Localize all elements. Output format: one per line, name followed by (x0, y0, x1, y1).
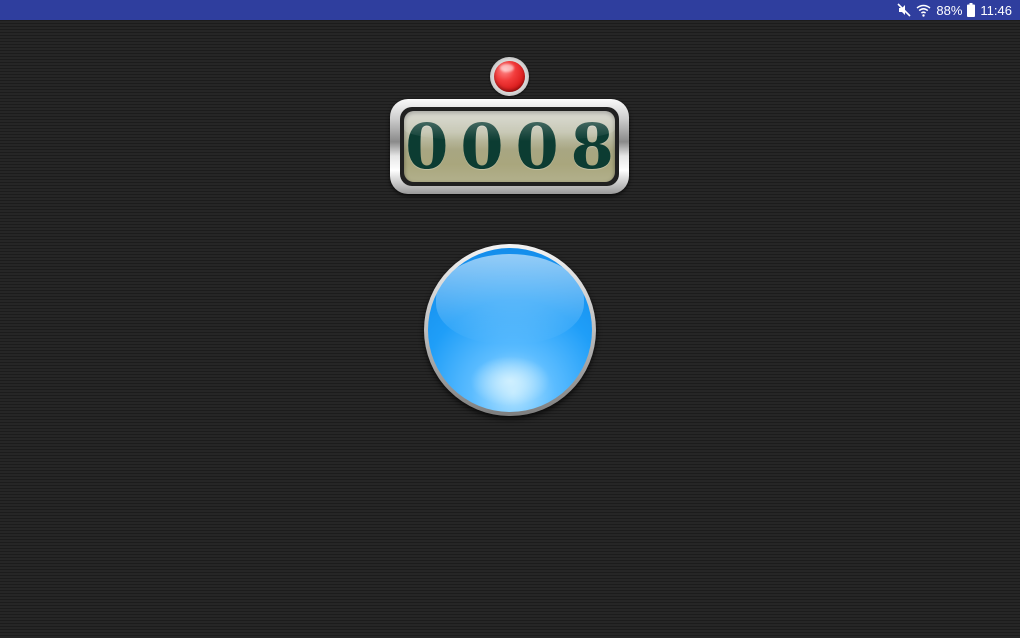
count-button[interactable] (424, 244, 596, 416)
wifi-icon (916, 0, 931, 20)
blue-round-button-icon (428, 248, 592, 412)
clock: 11:46 (980, 2, 1012, 18)
reset-button[interactable] (490, 57, 529, 96)
status-bar: 88% 11:46 (0, 0, 1020, 20)
battery-icon (967, 0, 976, 20)
button-gloss (436, 254, 584, 344)
button-glow (470, 356, 550, 406)
counter-value: 0008 (405, 109, 626, 183)
counter-screen: 0008 (404, 111, 615, 182)
mute-icon (897, 0, 911, 20)
counter-display: 0008 (390, 99, 629, 194)
led-shine (500, 64, 514, 72)
battery-percent: 88% (936, 2, 963, 18)
